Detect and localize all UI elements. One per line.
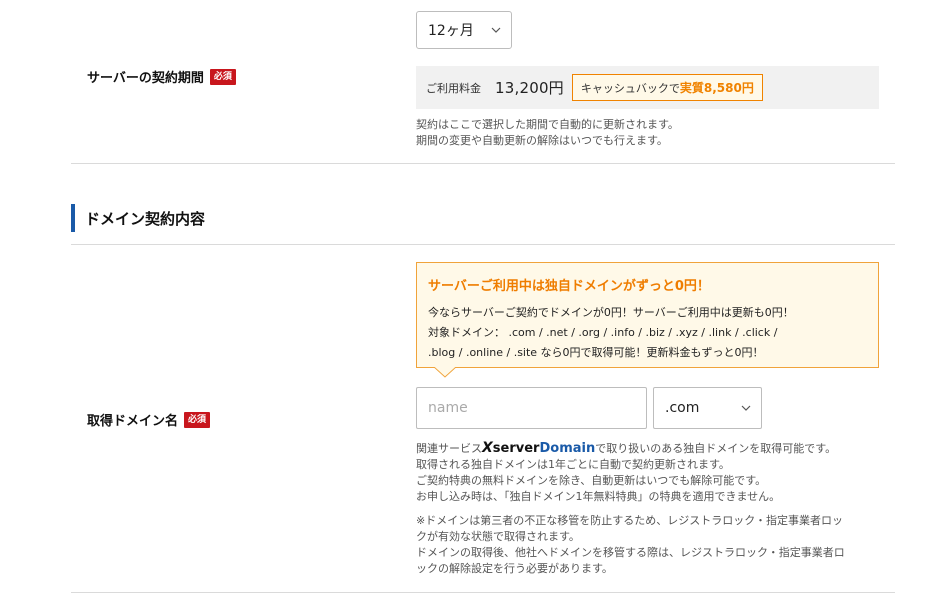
promo-line: 今ならサーバーご契約でドメインが0円！サーバーご利用中は更新も0円！: [428, 306, 794, 319]
contract-period-label-text: サーバーの契約期間: [87, 71, 204, 86]
section-heading: ドメイン契約内容: [71, 204, 205, 232]
cashback-amount: 実質8,580円: [679, 81, 754, 95]
fee-box: ご利用料金 13,200円 キャッシュバックで実質8,580円: [416, 66, 879, 109]
domain-note: ご契約特典の無料ドメインを除き、自動更新はいつでも解除可能です。: [416, 474, 767, 487]
xserver-domain-logo-domain: Domain: [539, 441, 596, 456]
fee-label: ご利用料金: [426, 81, 481, 95]
divider: [71, 244, 895, 245]
xserver-domain-logo-server: server: [492, 441, 540, 456]
contract-period-label: サーバーの契約期間 必須: [87, 67, 236, 86]
service-suffix: で取り扱いのある独自ドメインを取得可能です。: [595, 442, 837, 455]
promo-body: 今ならサーバーご契約でドメインが0円！サーバーご利用中は更新も0円！ 対象ドメイ…: [428, 303, 868, 363]
chevron-down-icon: [741, 401, 751, 419]
fee-amount: 13,200円: [495, 79, 564, 97]
domain-warnings: ※ドメインは第三者の不正な移管を防止するため、レジストラロック・指定事業者ロッ …: [416, 513, 845, 577]
domain-warning: ※ドメインは第三者の不正な移管を防止するため、レジストラロック・指定事業者ロッ: [416, 514, 843, 527]
domain-warning: ックの解除設定を行う必要があります。: [416, 562, 613, 575]
divider: [71, 592, 895, 593]
tld-value: .com: [665, 400, 700, 416]
promo-line: .blog / .online / .site なら0円で取得可能！更新料金もず…: [428, 346, 764, 359]
service-prefix: 関連サービス: [416, 442, 482, 455]
domain-note: お申し込み時は、「独自ドメイン1年無料特典」の特典を適用できません。: [416, 490, 781, 503]
contract-period-select[interactable]: 12ヶ月: [416, 11, 512, 49]
required-badge: 必須: [184, 411, 211, 428]
tld-select[interactable]: .com: [653, 387, 762, 429]
section-heading-text: ドメイン契約内容: [85, 209, 206, 228]
required-badge: 必須: [209, 68, 236, 85]
contract-period-value: 12ヶ月: [428, 23, 474, 39]
domain-name-label-text: 取得ドメイン名: [87, 414, 179, 429]
contract-note: 契約はここで選択した期間で自動的に更新されます。: [416, 118, 679, 131]
domain-name-input[interactable]: [416, 387, 647, 429]
domain-notes: 関連サービスXserverDomainで取り扱いのある独自ドメインを取得可能です…: [416, 440, 836, 505]
domain-warning: クが有効な状態で取得されます。: [416, 530, 580, 543]
chevron-down-icon: [491, 23, 501, 41]
domain-promo-box: サーバーご利用中は独自ドメインがずっと0円！ 今ならサーバーご契約でドメインが0…: [416, 262, 879, 368]
promo-line: 対象ドメイン： .com / .net / .org / .info / .bi…: [428, 326, 778, 339]
domain-warning: ドメインの取得後、他社へドメインを移管する際は、レジストラロック・指定事業者ロ: [416, 546, 845, 559]
domain-name-label: 取得ドメイン名 必須: [87, 410, 211, 429]
cashback-prefix: キャッシュバックで: [580, 82, 680, 95]
domain-note: 取得される独自ドメインは1年ごとに自動で契約更新されます。: [416, 458, 730, 471]
xserver-domain-logo-x: X: [482, 440, 493, 456]
service-line: 関連サービスXserverDomainで取り扱いのある独自ドメインを取得可能です…: [416, 440, 836, 457]
promo-title: サーバーご利用中は独自ドメインがずっと0円！: [428, 279, 710, 294]
heading-accent-bar: [71, 204, 75, 232]
divider: [71, 163, 895, 164]
contract-notes: 契約はここで選択した期間で自動的に更新されます。 期間の変更や自動更新の解除はい…: [416, 117, 679, 149]
cashback-badge: キャッシュバックで実質8,580円: [571, 74, 763, 101]
contract-note: 期間の変更や自動更新の解除はいつでも行えます。: [416, 134, 668, 147]
